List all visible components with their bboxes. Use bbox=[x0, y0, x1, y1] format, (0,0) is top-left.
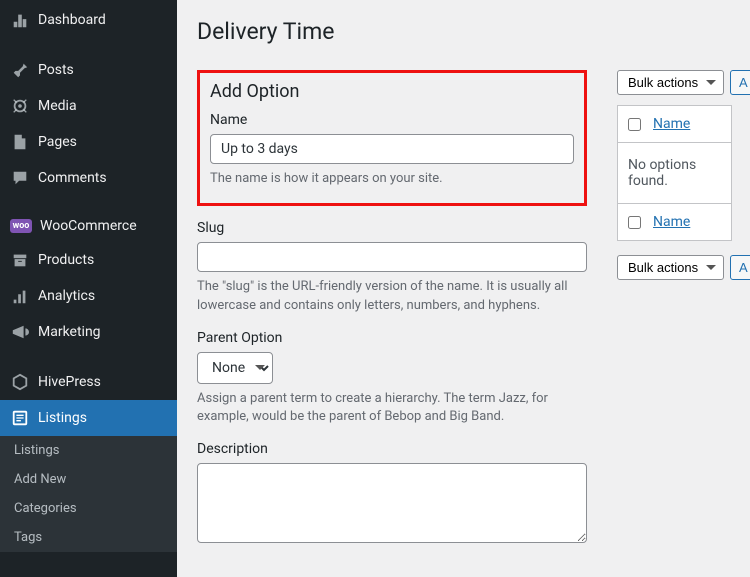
select-all-top[interactable] bbox=[628, 118, 641, 131]
sidebar-item-label: WooCommerce bbox=[40, 218, 137, 234]
description-textarea[interactable] bbox=[197, 463, 587, 543]
name-description: The name is how it appears on your site. bbox=[210, 170, 574, 189]
sidebar-item-dashboard[interactable]: Dashboard bbox=[0, 2, 177, 38]
sidebar-item-comments[interactable]: Comments bbox=[0, 160, 177, 196]
comment-icon bbox=[10, 168, 30, 188]
sidebar-item-media[interactable]: Media bbox=[0, 88, 177, 124]
sidebar-item-label: Analytics bbox=[38, 288, 95, 304]
sidebar-item-woocommerce[interactable]: woo WooCommerce bbox=[0, 210, 177, 242]
hivepress-icon bbox=[10, 372, 30, 392]
submenu-listings[interactable]: Listings bbox=[0, 436, 177, 465]
sidebar-item-label: Products bbox=[38, 252, 94, 268]
woo-icon: woo bbox=[10, 219, 32, 233]
slug-label: Slug bbox=[197, 220, 587, 236]
bulk-actions-bottom[interactable]: Bulk actions bbox=[617, 255, 724, 280]
sidebar-submenu: Listings Add New Categories Tags bbox=[0, 436, 177, 552]
sidebar-item-label: HivePress bbox=[38, 374, 101, 390]
apply-button-bottom[interactable]: A bbox=[730, 255, 750, 280]
sidebar-item-label: Listings bbox=[38, 410, 87, 426]
col-name-header[interactable]: Name bbox=[653, 116, 690, 132]
options-table: Name No options found. Name bbox=[617, 105, 732, 241]
sidebar-item-label: Marketing bbox=[38, 324, 101, 340]
chart-icon bbox=[10, 286, 30, 306]
sidebar-item-label: Posts bbox=[38, 62, 74, 78]
name-label: Name bbox=[210, 112, 574, 128]
empty-row: No options found. bbox=[618, 143, 731, 204]
page-title: Delivery Time bbox=[197, 18, 732, 45]
pin-icon bbox=[10, 60, 30, 80]
description-label: Description bbox=[197, 441, 587, 457]
sidebar-item-posts[interactable]: Posts bbox=[0, 52, 177, 88]
slug-input[interactable] bbox=[197, 242, 587, 272]
sidebar-item-marketing[interactable]: Marketing bbox=[0, 314, 177, 350]
sidebar-item-hivepress[interactable]: HivePress bbox=[0, 364, 177, 400]
sidebar-item-analytics[interactable]: Analytics bbox=[0, 278, 177, 314]
sidebar-item-products[interactable]: Products bbox=[0, 242, 177, 278]
submenu-categories[interactable]: Categories bbox=[0, 494, 177, 523]
select-all-bottom[interactable] bbox=[628, 216, 641, 229]
archive-icon bbox=[10, 250, 30, 270]
parent-select[interactable]: None bbox=[197, 352, 273, 384]
megaphone-icon bbox=[10, 322, 30, 342]
sidebar-item-pages[interactable]: Pages bbox=[0, 124, 177, 160]
main-content: Delivery Time Add Option Name The name i… bbox=[177, 0, 750, 577]
sidebar-item-label: Media bbox=[38, 98, 77, 114]
table-footer: Name bbox=[618, 204, 731, 240]
bulk-actions-top[interactable]: Bulk actions bbox=[617, 70, 724, 95]
parent-description: Assign a parent term to create a hierarc… bbox=[197, 390, 587, 428]
slug-description: The "slug" is the URL-friendly version o… bbox=[197, 278, 587, 316]
media-icon bbox=[10, 96, 30, 116]
admin-sidebar: Dashboard Posts Media Pages Comments woo… bbox=[0, 0, 177, 577]
sidebar-item-label: Dashboard bbox=[38, 12, 106, 28]
dashboard-icon bbox=[10, 10, 30, 30]
parent-label: Parent Option bbox=[197, 330, 587, 346]
table-header: Name bbox=[618, 106, 731, 143]
col-name-footer[interactable]: Name bbox=[653, 214, 690, 230]
form-heading: Add Option bbox=[210, 81, 574, 102]
submenu-tags[interactable]: Tags bbox=[0, 523, 177, 552]
apply-button-top[interactable]: A bbox=[730, 70, 750, 95]
add-option-highlight: Add Option Name The name is how it appea… bbox=[197, 70, 587, 206]
sidebar-item-listings[interactable]: Listings bbox=[0, 400, 177, 436]
sidebar-item-label: Pages bbox=[38, 134, 77, 150]
name-input[interactable] bbox=[210, 134, 574, 164]
page-icon bbox=[10, 132, 30, 152]
sidebar-item-label: Comments bbox=[38, 170, 107, 186]
submenu-add-new[interactable]: Add New bbox=[0, 465, 177, 494]
listings-icon bbox=[10, 408, 30, 428]
